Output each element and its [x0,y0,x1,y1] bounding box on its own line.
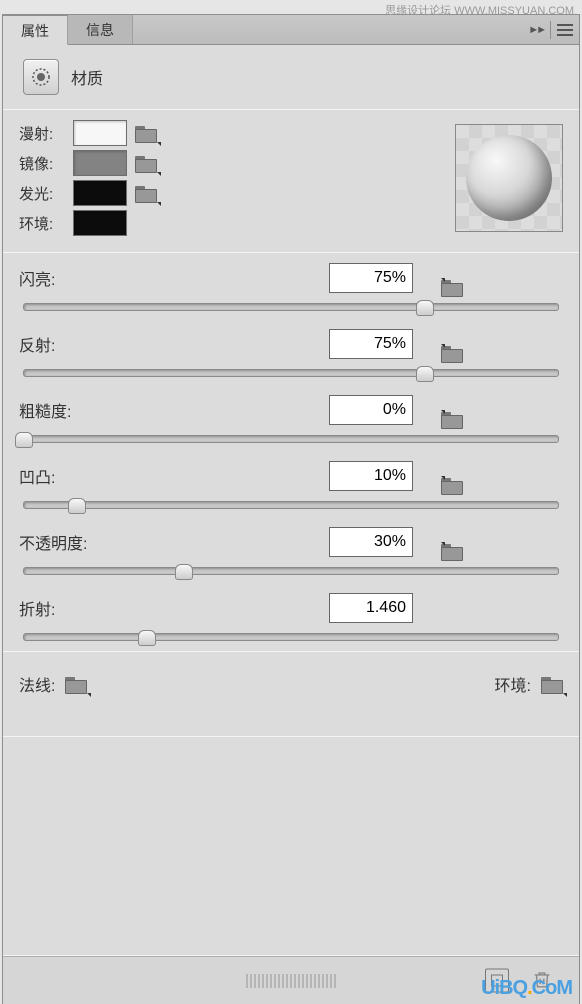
bump-group: 凹凸: [19,461,563,509]
refract-input[interactable] [329,593,413,623]
glow-row: 发光: [19,180,157,206]
sliders-section: 闪亮: 反射: 粗糙度: 凹凸: [3,253,579,651]
material-icon [29,65,53,89]
rough-slider[interactable] [23,435,559,443]
tab-bar: 属性 信息 ►► [3,15,579,45]
env-label: 环境: [495,672,531,696]
diffuse-swatch[interactable] [73,120,127,146]
bump-label: 凹凸: [19,464,329,488]
ambient-swatch[interactable] [73,210,127,236]
collapse-icon[interactable]: ►► [528,24,544,36]
specular-row: 镜像: [19,150,157,176]
specular-folder-icon[interactable] [135,154,157,172]
rough-input[interactable] [329,395,413,425]
refract-group: 折射: [19,593,563,641]
opacity-label: 不透明度: [19,530,329,554]
normal-label: 法线: [19,672,55,696]
watermark-top: 思缘设计论坛 WWW.MISSYUAN.COM [385,2,574,18]
opacity-group: 不透明度: [19,527,563,575]
ambient-label: 环境: [19,213,65,234]
reflect-label: 反射: [19,332,329,356]
shine-group: 闪亮: [19,263,563,311]
section-title: 材质 [71,65,103,89]
shine-input[interactable] [329,263,413,293]
opacity-slider[interactable] [23,567,559,575]
rough-label: 粗糙度: [19,398,329,422]
bump-input[interactable] [329,461,413,491]
drag-handle[interactable] [246,974,336,988]
opacity-input[interactable] [329,527,413,557]
reflect-input[interactable] [329,329,413,359]
material-preview[interactable] [455,124,563,232]
refract-slider[interactable] [23,633,559,641]
diffuse-folder-icon[interactable] [135,124,157,142]
bump-slider[interactable] [23,501,559,509]
reflect-group: 反射: [19,329,563,377]
ambient-row: 环境: [19,210,157,236]
rough-group: 粗糙度: [19,395,563,443]
diffuse-label: 漫射: [19,123,65,144]
env-folder-icon[interactable] [541,675,563,693]
reflect-slider[interactable] [23,369,559,377]
refract-label: 折射: [19,596,329,620]
shine-slider[interactable] [23,303,559,311]
specular-swatch[interactable] [73,150,127,176]
material-icon-button[interactable] [23,59,59,95]
specular-label: 镜像: [19,153,65,174]
tab-info[interactable]: 信息 [68,15,133,44]
diffuse-row: 漫射: [19,120,157,146]
glow-label: 发光: [19,183,65,204]
watermark-bottom: UiBQ.CoM [481,977,572,1000]
properties-panel: 属性 信息 ►► 材质 漫射: 镜像: [2,14,580,1004]
panel-menu-icon[interactable] [557,24,573,36]
normal-folder-icon[interactable] [65,675,87,693]
glow-swatch[interactable] [73,180,127,206]
shine-label: 闪亮: [19,266,329,290]
glow-folder-icon[interactable] [135,184,157,202]
tab-attributes[interactable]: 属性 [3,15,68,45]
